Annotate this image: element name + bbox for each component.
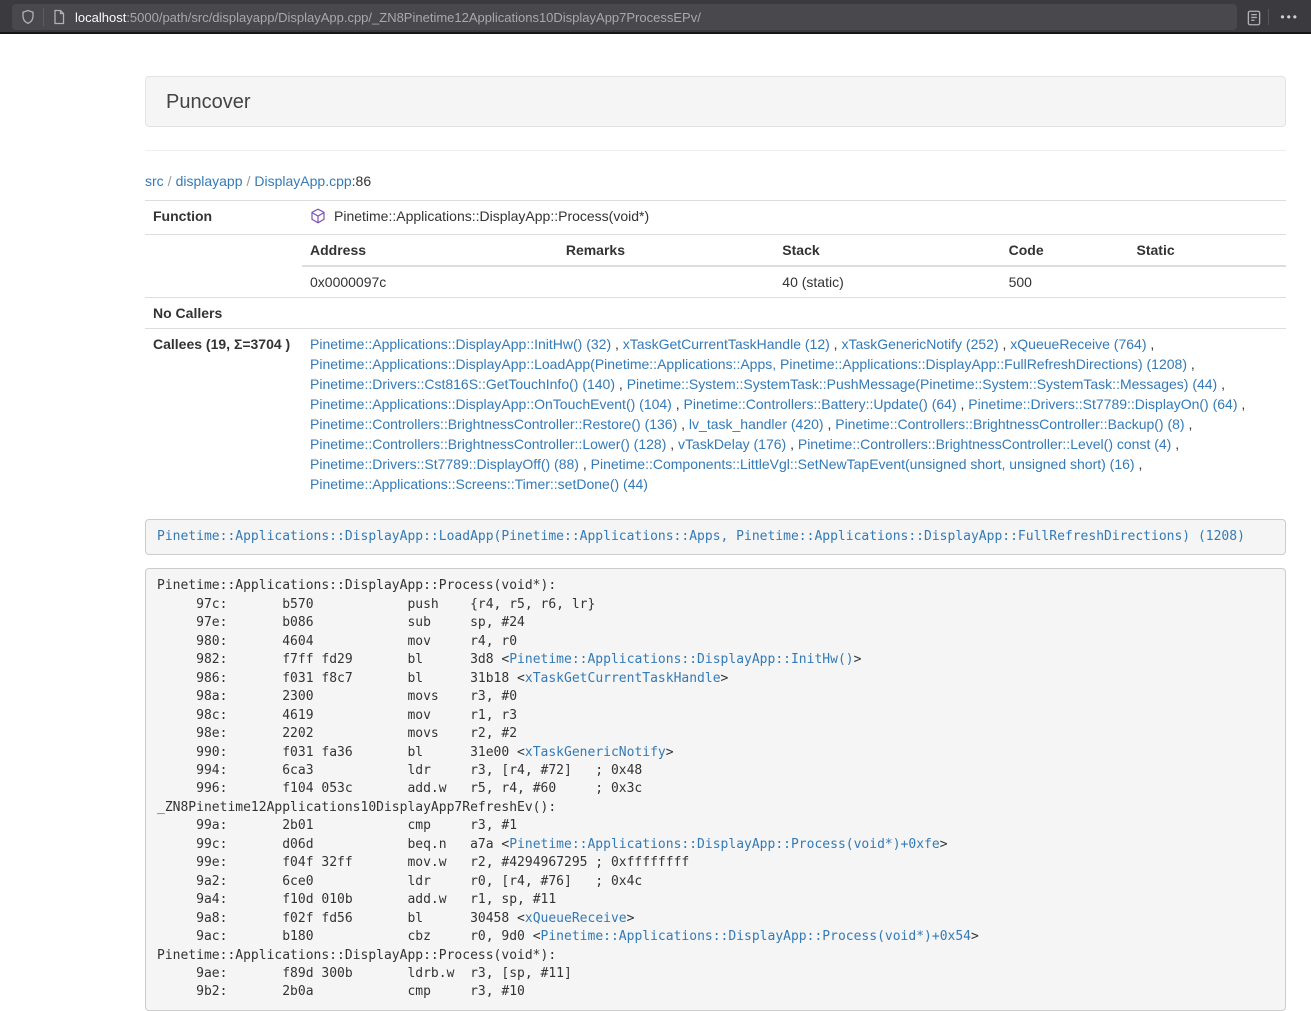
asm-symbol-link[interactable]: xQueueReceive xyxy=(525,911,627,926)
toolbar-divider xyxy=(43,8,44,26)
callee-link[interactable]: Pinetime::Applications::DisplayApp::Load… xyxy=(310,356,1187,372)
col-static: Static xyxy=(1129,235,1286,266)
callee-link[interactable]: Pinetime::Drivers::St7789::DisplayOff() … xyxy=(310,456,579,472)
asm-symbol-link[interactable]: Pinetime::Applications::DisplayApp::Proc… xyxy=(509,837,939,852)
overflow-menu-icon[interactable]: ••• xyxy=(1276,10,1303,24)
app-header-panel: Puncover xyxy=(145,76,1286,127)
table-row: Address Remarks Stack Code Static 0x0000… xyxy=(145,235,1286,298)
url-text: localhost:5000/path/src/displayapp/Displ… xyxy=(75,10,701,25)
page-icon[interactable] xyxy=(51,9,67,25)
breadcrumb-link[interactable]: displayapp xyxy=(176,173,243,189)
page-title: Puncover xyxy=(166,90,1265,114)
callee-link[interactable]: Pinetime::Controllers::BrightnessControl… xyxy=(310,436,666,452)
callee-link[interactable]: xQueueReceive (764) xyxy=(1010,336,1146,352)
callee-link[interactable]: Pinetime::Controllers::BrightnessControl… xyxy=(798,436,1171,452)
no-callers-label: No Callers xyxy=(145,298,302,329)
callee-link[interactable]: Pinetime::Controllers::BrightnessControl… xyxy=(310,416,677,432)
callee-link[interactable]: vTaskDelay (176) xyxy=(678,436,786,452)
asm-symbol-link[interactable]: xTaskGenericNotify xyxy=(525,745,666,760)
function-name: Pinetime::Applications::DisplayApp::Proc… xyxy=(334,206,649,226)
callee-link[interactable]: Pinetime::Components::LittleVgl::SetNewT… xyxy=(591,456,1135,472)
divider xyxy=(145,150,1286,151)
address-table: Address Remarks Stack Code Static 0x0000… xyxy=(302,235,1286,297)
table-row: Callees (19, Σ=3704 ) Pinetime::Applicat… xyxy=(145,329,1286,500)
col-code: Code xyxy=(1001,235,1129,266)
callers-cell xyxy=(302,298,1286,329)
callees-list: Pinetime::Applications::DisplayApp::Init… xyxy=(302,329,1286,500)
col-stack: Stack xyxy=(774,235,1000,266)
breadcrumb-separator: / xyxy=(164,173,176,189)
callee-link[interactable]: Pinetime::Applications::DisplayApp::OnTo… xyxy=(310,396,672,412)
table-row: No Callers xyxy=(145,298,1286,329)
callee-link[interactable]: Pinetime::System::SystemTask::PushMessag… xyxy=(627,376,1218,392)
address-value: 0x0000097c xyxy=(302,266,558,297)
url-path: :5000/path/src/displayapp/DisplayApp.cpp… xyxy=(126,10,701,25)
asm-symbol-link[interactable]: Pinetime::Applications::DisplayApp::Init… xyxy=(509,652,853,667)
table-row: Function Pinetime::Applications::Display… xyxy=(145,201,1286,235)
breadcrumb: src/displayapp/DisplayApp.cpp:86 xyxy=(145,171,1286,191)
table-row: 0x0000097c 40 (static) 500 xyxy=(302,266,1286,297)
breadcrumb-link[interactable]: src xyxy=(145,173,164,189)
callee-link[interactable]: lv_task_handler (420) xyxy=(689,416,824,432)
callee-link[interactable]: Pinetime::Applications::DisplayApp::Init… xyxy=(310,336,611,352)
callee-link[interactable]: Pinetime::Drivers::St7789::DisplayOn() (… xyxy=(968,396,1237,412)
breadcrumb-separator: / xyxy=(243,173,255,189)
asm-symbol-link[interactable]: xTaskGetCurrentTaskHandle xyxy=(525,671,721,686)
reader-mode-icon[interactable] xyxy=(1245,9,1261,25)
col-address: Address xyxy=(302,235,558,266)
url-bar[interactable]: localhost:5000/path/src/displayapp/Displ… xyxy=(12,4,1237,30)
empty-cell xyxy=(145,235,302,298)
toolbar-divider xyxy=(1268,9,1269,25)
callee-link[interactable]: xTaskGetCurrentTaskHandle (12) xyxy=(623,336,830,352)
code-value: 500 xyxy=(1001,266,1129,297)
function-name-wrap: Pinetime::Applications::DisplayApp::Proc… xyxy=(310,206,649,226)
asm-symbol-link[interactable]: Pinetime::Applications::DisplayApp::Proc… xyxy=(541,929,971,944)
stack-value: 40 (static) xyxy=(774,266,1000,297)
callee-link[interactable]: xTaskGenericNotify (252) xyxy=(841,336,998,352)
browser-toolbar: localhost:5000/path/src/displayapp/Displ… xyxy=(0,0,1311,34)
symbol-cube-icon xyxy=(310,208,326,224)
table-header-row: Address Remarks Stack Code Static xyxy=(302,235,1286,266)
remarks-value xyxy=(558,266,774,297)
callee-link[interactable]: Pinetime::Controllers::BrightnessControl… xyxy=(835,416,1184,432)
callee-link[interactable]: Pinetime::Drivers::Cst816S::GetTouchInfo… xyxy=(310,376,615,392)
caller-link[interactable]: Pinetime::Applications::DisplayApp::Load… xyxy=(157,529,1245,544)
function-table: Function Pinetime::Applications::Display… xyxy=(145,200,1286,499)
caller-header-block: Pinetime::Applications::DisplayApp::Load… xyxy=(145,519,1286,555)
function-label: Function xyxy=(145,201,302,235)
disassembly-code: Pinetime::Applications::DisplayApp::Proc… xyxy=(145,568,1286,1010)
breadcrumb-link[interactable]: DisplayApp.cpp xyxy=(254,173,351,189)
callee-link[interactable]: Pinetime::Controllers::Battery::Update()… xyxy=(684,396,957,412)
callee-link[interactable]: Pinetime::Applications::Screens::Timer::… xyxy=(310,476,648,492)
col-remarks: Remarks xyxy=(558,235,774,266)
url-host: localhost xyxy=(75,10,126,25)
static-value xyxy=(1129,266,1286,297)
breadcrumb-line-number: :86 xyxy=(352,173,371,189)
callees-label: Callees (19, Σ=3704 ) xyxy=(145,329,302,500)
shield-icon[interactable] xyxy=(20,9,36,25)
